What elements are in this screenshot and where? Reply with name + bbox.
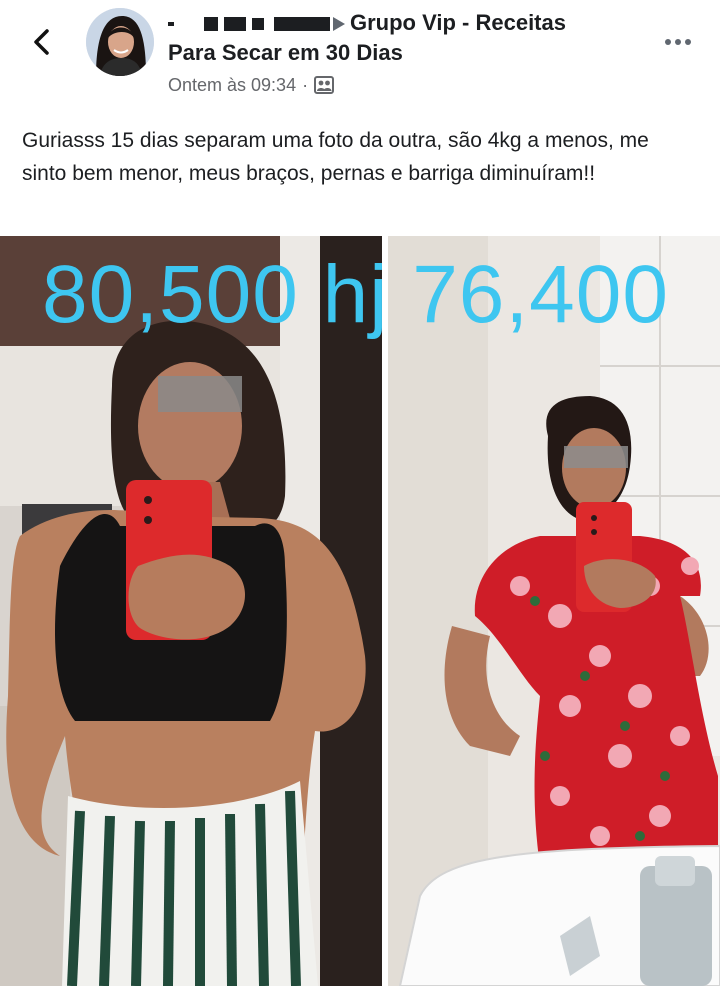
group-name-part1: Grupo Vip - Receitas: [350, 10, 566, 35]
avatar[interactable]: [86, 8, 154, 76]
group-members-icon: [314, 76, 335, 94]
more-dot: [675, 39, 681, 45]
redacted-block: [274, 17, 330, 32]
redacted-block: [224, 17, 246, 32]
more-horizontal-icon: [665, 39, 671, 45]
triangle-right-icon: [333, 17, 345, 32]
timestamp[interactable]: Ontem às 09:34: [168, 72, 296, 98]
redacted-block: [204, 17, 218, 32]
more-options-button[interactable]: [660, 30, 696, 54]
post-photo[interactable]: 80,500 hj 76,400: [0, 236, 720, 986]
before-after-photo: [0, 236, 720, 986]
meta-separator: ·: [302, 75, 309, 95]
chevron-left-icon: [34, 29, 49, 55]
group-name-line[interactable]: Grupo Vip - Receitas: [168, 8, 648, 38]
post-meta: Ontem às 09:34 ·: [168, 72, 648, 98]
redacted-author-name: [168, 22, 174, 27]
post-text: Guriasss 15 dias separam uma foto da out…: [22, 129, 649, 185]
more-dot: [685, 39, 691, 45]
redacted-block: [252, 18, 264, 31]
post-header: Grupo Vip - Receitas Para Secar em 30 Di…: [0, 0, 720, 100]
group-name-part2[interactable]: Para Secar em 30 Dias: [168, 38, 648, 68]
post-title: Grupo Vip - Receitas Para Secar em 30 Di…: [168, 8, 648, 98]
back-button[interactable]: [24, 24, 60, 60]
weight-overlay-text: 80,500 hj 76,400: [42, 249, 669, 340]
